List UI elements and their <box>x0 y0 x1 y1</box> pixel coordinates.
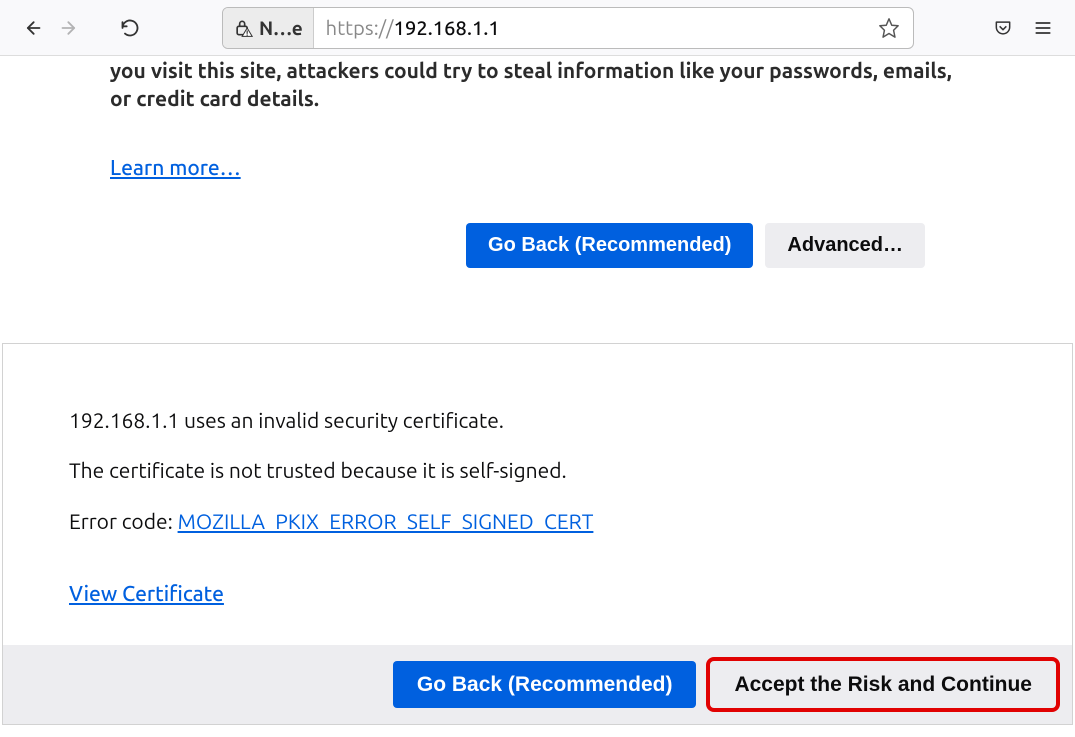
go-back-button-2[interactable]: Go Back (Recommended) <box>393 661 697 708</box>
url-scheme: https:// <box>326 16 394 39</box>
back-button[interactable] <box>16 12 48 44</box>
advanced-footer: Go Back (Recommended) Accept the Risk an… <box>3 645 1072 724</box>
learn-more-link[interactable]: Learn more… <box>110 155 241 179</box>
forward-button[interactable] <box>54 12 86 44</box>
app-menu-button[interactable] <box>1027 12 1059 44</box>
bookmark-star-icon[interactable] <box>869 8 909 48</box>
error-code-link[interactable]: MOZILLA_PKIX_ERROR_SELF_SIGNED_CERT <box>178 509 594 533</box>
go-back-button[interactable]: Go Back (Recommended) <box>466 223 753 268</box>
advanced-panel: 192.168.1.1 uses an invalid security cer… <box>2 343 1073 726</box>
warning-text: you visit this site, attackers could try… <box>110 56 965 113</box>
self-signed-line: The certificate is not trusted because i… <box>69 454 1006 487</box>
url-bar[interactable]: N…e https://192.168.1.1 <box>222 7 914 49</box>
security-warning-body: you visit this site, attackers could try… <box>0 56 1075 268</box>
identity-box[interactable]: N…e <box>223 8 314 48</box>
invalid-cert-line: 192.168.1.1 uses an invalid security cer… <box>69 404 1006 437</box>
error-code-line: Error code: MOZILLA_PKIX_ERROR_SELF_SIGN… <box>69 505 1006 538</box>
url-host: 192.168.1.1 <box>394 16 500 39</box>
accept-risk-button[interactable]: Accept the Risk and Continue <box>710 661 1056 708</box>
reload-button[interactable] <box>114 12 146 44</box>
error-code-label: Error code: <box>69 509 178 533</box>
view-certificate-link[interactable]: View Certificate <box>69 581 224 605</box>
pocket-button[interactable] <box>987 12 1019 44</box>
lock-warning-icon <box>233 18 253 38</box>
identity-label: N…e <box>259 17 303 39</box>
browser-toolbar: N…e https://192.168.1.1 <box>0 0 1075 56</box>
url-text[interactable]: https://192.168.1.1 <box>314 16 869 39</box>
advanced-button[interactable]: Advanced… <box>765 223 925 268</box>
